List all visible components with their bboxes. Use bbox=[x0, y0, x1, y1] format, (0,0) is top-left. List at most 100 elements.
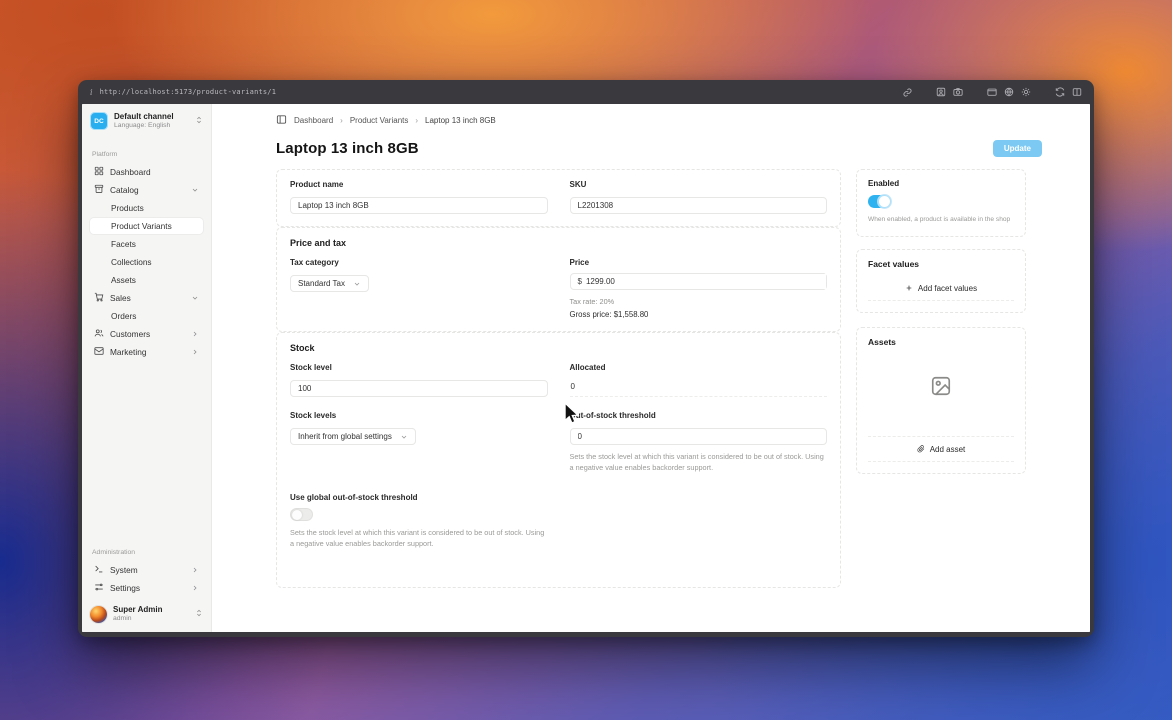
sidebar-item-label: System bbox=[110, 565, 138, 576]
sidebar-item-label: Collections bbox=[111, 257, 152, 268]
stock-level-input[interactable] bbox=[290, 380, 548, 397]
sidebar: DC Default channel Language: English Pla… bbox=[82, 104, 212, 632]
sidebar-item-product-variants[interactable]: Product Variants bbox=[90, 218, 203, 235]
sidebar-item-facets[interactable]: Facets bbox=[90, 236, 203, 252]
sidebar-item-label: Customers bbox=[110, 329, 151, 340]
global-oos-toggle[interactable] bbox=[290, 508, 313, 522]
chevron-down-icon bbox=[191, 294, 199, 302]
price-tax-heading: Price and tax bbox=[290, 238, 347, 248]
paperclip-icon bbox=[917, 444, 925, 455]
panel-left-icon[interactable] bbox=[276, 114, 287, 127]
chevrons-up-down-icon bbox=[195, 115, 203, 127]
allocated-value: 0 bbox=[569, 378, 827, 397]
nav-section-platform: Platform bbox=[92, 151, 118, 159]
user-icon[interactable] bbox=[936, 87, 946, 97]
cart-icon bbox=[94, 292, 104, 304]
browser-titlebar: i http://localhost:5173/product-variants… bbox=[78, 80, 1094, 104]
users-icon bbox=[94, 328, 104, 340]
sidebar-item-dashboard[interactable]: Dashboard bbox=[90, 164, 203, 180]
image-placeholder-icon bbox=[930, 375, 952, 402]
plus-icon bbox=[905, 284, 913, 294]
global-oos-help: Sets the stock level at which this varia… bbox=[290, 528, 545, 548]
breadcrumb-separator: › bbox=[340, 116, 343, 125]
chevron-right-icon bbox=[191, 330, 199, 338]
sidebar-item-orders[interactable]: Orders bbox=[90, 308, 203, 324]
user-role: admin bbox=[113, 614, 132, 622]
chevrons-up-down-icon bbox=[195, 608, 203, 620]
sidebar-item-label: Dashboard bbox=[110, 167, 151, 178]
breadcrumb-item-current: Laptop 13 inch 8GB bbox=[425, 116, 496, 125]
link-icon[interactable] bbox=[903, 88, 912, 97]
user-name: Super Admin bbox=[113, 605, 163, 615]
sidebar-item-collections[interactable]: Collections bbox=[90, 254, 203, 270]
price-input[interactable] bbox=[585, 274, 826, 289]
globe-icon[interactable] bbox=[1004, 87, 1014, 97]
add-facet-values-label: Add facet values bbox=[917, 284, 978, 294]
stock-card: Stock Stock level Allocated 0 S bbox=[276, 332, 841, 589]
sidebar-item-label: Assets bbox=[111, 275, 136, 286]
price-label: Price bbox=[569, 258, 590, 267]
sidebar-item-label: Product Variants bbox=[111, 221, 172, 232]
assets-card: Assets Add asset bbox=[856, 326, 1026, 474]
assets-heading: Assets bbox=[868, 336, 896, 347]
page-title: Laptop 13 inch 8GB bbox=[276, 140, 419, 157]
facet-values-card: Facet values Add facet values bbox=[856, 248, 1026, 313]
breadcrumb-item[interactable]: Dashboard bbox=[294, 116, 333, 125]
sidebar-item-system[interactable]: System bbox=[90, 562, 203, 578]
chevron-right-icon bbox=[191, 584, 199, 592]
product-name-input[interactable] bbox=[290, 197, 548, 214]
sku-input[interactable] bbox=[569, 197, 827, 214]
info-icon[interactable]: i bbox=[90, 88, 93, 97]
main-content: Dashboard › Product Variants › Laptop 13… bbox=[212, 104, 1090, 632]
add-facet-values-button[interactable]: Add facet values bbox=[868, 277, 1014, 301]
sidebar-item-marketing[interactable]: Marketing bbox=[90, 344, 203, 360]
breadcrumb-item[interactable]: Product Variants bbox=[350, 116, 409, 125]
stock-heading: Stock bbox=[290, 343, 315, 353]
mail-icon bbox=[94, 346, 104, 358]
sidebar-item-assets[interactable]: Assets bbox=[90, 272, 203, 288]
stock-levels-select[interactable]: Inherit from global settings bbox=[290, 428, 416, 445]
stock-levels-value: Inherit from global settings bbox=[298, 432, 392, 441]
update-button[interactable]: Update bbox=[992, 140, 1042, 157]
sidebar-item-label: Marketing bbox=[110, 347, 147, 358]
sync-icon[interactable] bbox=[1055, 87, 1065, 97]
sliders-icon bbox=[94, 582, 104, 594]
enabled-toggle[interactable] bbox=[868, 195, 891, 208]
channel-selector[interactable]: DC Default channel Language: English bbox=[82, 104, 211, 137]
sidebar-item-catalog[interactable]: Catalog bbox=[90, 182, 203, 198]
sidebar-item-products[interactable]: Products bbox=[90, 200, 203, 216]
sidebar-item-settings[interactable]: Settings bbox=[90, 580, 203, 596]
enabled-card: Enabled When enabled, a product is avail… bbox=[856, 169, 1026, 237]
tax-category-value: Standard Tax bbox=[298, 279, 345, 288]
sku-label: SKU bbox=[569, 180, 587, 189]
chevron-right-icon bbox=[191, 348, 199, 356]
oos-threshold-label: Out-of-stock threshold bbox=[569, 411, 656, 420]
chevron-right-icon bbox=[191, 566, 199, 574]
sidebar-item-customers[interactable]: Customers bbox=[90, 326, 203, 342]
sidebar-item-label: Settings bbox=[110, 583, 140, 594]
enabled-help: When enabled, a product is available in … bbox=[868, 216, 1011, 223]
oos-threshold-help: Sets the stock level at which this varia… bbox=[569, 452, 824, 472]
enabled-label: Enabled bbox=[868, 179, 900, 188]
add-asset-button[interactable]: Add asset bbox=[868, 435, 1014, 462]
global-oos-label: Use global out-of-stock threshold bbox=[290, 493, 418, 503]
browser-window: i http://localhost:5173/product-variants… bbox=[78, 80, 1094, 637]
channel-badge: DC bbox=[90, 112, 108, 131]
add-asset-label: Add asset bbox=[929, 444, 966, 454]
stock-level-label: Stock level bbox=[290, 363, 332, 372]
breadcrumb: Dashboard › Product Variants › Laptop 13… bbox=[212, 104, 1090, 127]
url-text[interactable]: http://localhost:5173/product-variants/1 bbox=[100, 88, 277, 96]
window-icon[interactable] bbox=[987, 87, 997, 97]
channel-language: Language: English bbox=[114, 122, 171, 129]
stock-levels-label: Stock levels bbox=[290, 411, 337, 420]
oos-threshold-input[interactable] bbox=[569, 428, 827, 445]
columns-icon[interactable] bbox=[1072, 87, 1082, 97]
avatar bbox=[90, 605, 107, 623]
facet-values-heading: Facet values bbox=[868, 258, 920, 269]
user-menu[interactable]: Super Admin admin bbox=[82, 598, 211, 632]
camera-icon[interactable] bbox=[953, 87, 963, 97]
sidebar-item-label: Orders bbox=[111, 311, 137, 322]
gear-icon[interactable] bbox=[1021, 87, 1031, 97]
sidebar-item-sales[interactable]: Sales bbox=[90, 290, 203, 306]
tax-category-select[interactable]: Standard Tax bbox=[290, 275, 369, 292]
